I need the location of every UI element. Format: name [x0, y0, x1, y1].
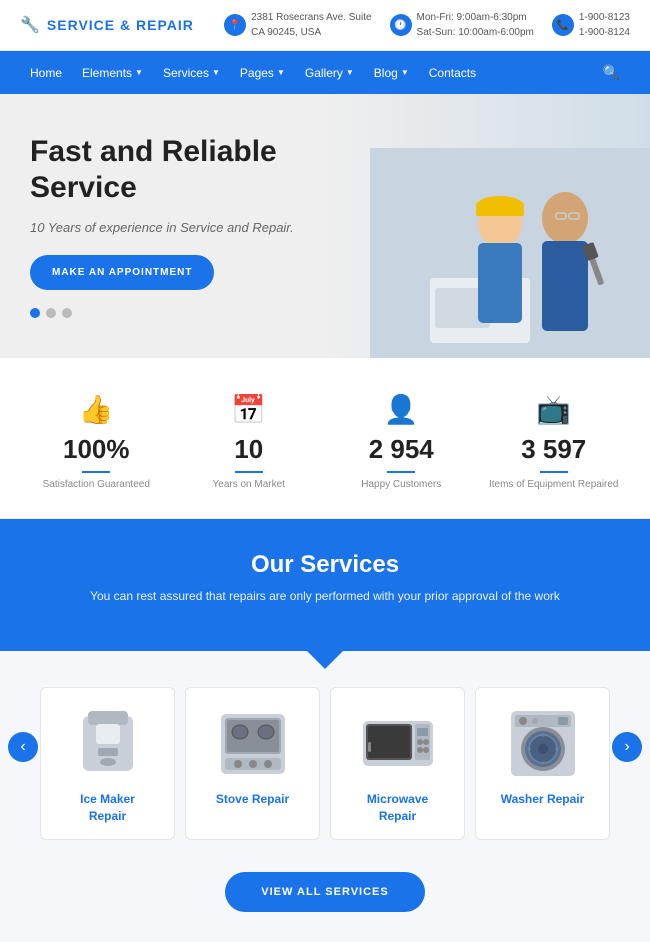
stove-svg: [213, 706, 293, 781]
tv-icon: 📺: [478, 393, 631, 426]
microwave-image: [358, 706, 438, 781]
top-bar: 🔧 SERVICE & REPAIR 📍 2381 Rosecrans Ave.…: [0, 0, 650, 51]
nav-elements-arrow: ▼: [135, 68, 143, 77]
stat-label-satisfaction: Satisfaction Guaranteed: [20, 479, 173, 490]
service-card-ice-maker[interactable]: Ice MakerRepair: [40, 687, 175, 840]
nav-contacts[interactable]: Contacts: [419, 53, 486, 93]
nav-gallery-arrow: ▼: [346, 68, 354, 77]
nav-services-arrow: ▼: [212, 68, 220, 77]
hero-title: Fast and Reliable Service: [30, 134, 370, 206]
view-all-button[interactable]: VIEW ALL SERVICES: [225, 872, 424, 912]
hero-content: Fast and Reliable Service 10 Years of ex…: [30, 134, 370, 318]
stat-label-customers: Happy Customers: [325, 479, 478, 490]
nav-blog-arrow: ▼: [401, 68, 409, 77]
ice-maker-svg: [68, 706, 148, 781]
hero-image: [370, 148, 650, 358]
stat-equipment: 📺 3 597 Items of Equipment Repaired: [478, 393, 631, 490]
dot-2[interactable]: [46, 308, 56, 318]
logo-text: SERVICE & REPAIR: [47, 17, 194, 33]
microwave-label: MicrowaveRepair: [339, 791, 456, 825]
stat-divider-years: [235, 471, 263, 473]
stat-divider-customers: [387, 471, 415, 473]
contact-phone: 📞 1-900-8123 1-900-8124: [552, 10, 630, 40]
nav-services[interactable]: Services ▼: [153, 53, 230, 93]
calendar-icon: 📅: [173, 393, 326, 426]
services-cards-section: ‹ Ice MakerRepair: [0, 651, 650, 850]
stat-number-equipment: 3 597: [478, 434, 631, 465]
logo-icon: 🔧: [20, 15, 41, 35]
stove-image: [213, 706, 293, 781]
stat-satisfaction: 👍 100% Satisfaction Guaranteed: [20, 393, 173, 490]
stove-label: Stove Repair: [194, 791, 311, 808]
services-title: Our Services: [20, 551, 630, 579]
contact-address: 📍 2381 Rosecrans Ave. Suite CA 90245, US…: [224, 10, 371, 40]
dot-1[interactable]: [30, 308, 40, 318]
stat-divider-equipment: [540, 471, 568, 473]
stat-label-equipment: Items of Equipment Repaired: [478, 479, 631, 490]
services-subtitle: You can rest assured that repairs are on…: [20, 589, 630, 603]
stat-number-years: 10: [173, 434, 326, 465]
nav-home[interactable]: Home: [20, 53, 72, 93]
nav-gallery[interactable]: Gallery ▼: [295, 53, 364, 93]
phone-icon: 📞: [552, 14, 574, 36]
hours-text: Mon-Fri: 9:00am-6:30pm Sat-Sun: 10:00am-…: [417, 10, 534, 40]
contact-hours: 🕐 Mon-Fri: 9:00am-6:30pm Sat-Sun: 10:00a…: [390, 10, 534, 40]
carousel-next-button[interactable]: ›: [612, 732, 642, 762]
hero-subtitle: 10 Years of experience in Service and Re…: [30, 220, 370, 235]
stat-years: 📅 10 Years on Market: [173, 393, 326, 490]
hero-workers-illustration: [370, 148, 650, 358]
hero-dots: [30, 308, 370, 318]
services-arrow-down: [303, 647, 347, 669]
make-appointment-button[interactable]: MAKE AN APPOINTMENT: [30, 255, 214, 290]
nav-pages-arrow: ▼: [277, 68, 285, 77]
clock-icon: 🕐: [390, 14, 412, 36]
address-text: 2381 Rosecrans Ave. Suite CA 90245, USA: [251, 10, 371, 40]
nav-search[interactable]: 🔍: [593, 51, 630, 94]
nav-pages[interactable]: Pages ▼: [230, 53, 295, 93]
stat-divider-satisfaction: [82, 471, 110, 473]
nav-elements[interactable]: Elements ▼: [72, 53, 153, 93]
service-card-stove[interactable]: Stove Repair: [185, 687, 320, 840]
washer-label: Washer Repair: [484, 791, 601, 808]
hero-section: Fast and Reliable Service 10 Years of ex…: [0, 94, 650, 358]
washer-svg: [503, 706, 583, 781]
service-card-washer[interactable]: Washer Repair: [475, 687, 610, 840]
ice-maker-image: [68, 706, 148, 781]
washer-image: [503, 706, 583, 781]
top-contacts: 📍 2381 Rosecrans Ave. Suite CA 90245, US…: [224, 10, 630, 40]
person-icon: 👤: [325, 393, 478, 426]
service-card-microwave[interactable]: MicrowaveRepair: [330, 687, 465, 840]
location-icon: 📍: [224, 14, 246, 36]
view-all-section: VIEW ALL SERVICES: [0, 850, 650, 942]
navbar: Home Elements ▼ Services ▼ Pages ▼ Galle…: [0, 51, 650, 94]
stat-label-years: Years on Market: [173, 479, 326, 490]
service-cards-list: Ice MakerRepair Stove Repair: [40, 687, 610, 840]
microwave-svg: [358, 706, 438, 781]
logo[interactable]: 🔧 SERVICE & REPAIR: [20, 15, 194, 35]
ice-maker-label: Ice MakerRepair: [49, 791, 166, 825]
phone-text: 1-900-8123 1-900-8124: [579, 10, 630, 40]
stat-customers: 👤 2 954 Happy Customers: [325, 393, 478, 490]
stat-number-satisfaction: 100%: [20, 434, 173, 465]
dot-3[interactable]: [62, 308, 72, 318]
carousel-prev-button[interactable]: ‹: [8, 732, 38, 762]
stat-number-customers: 2 954: [325, 434, 478, 465]
stats-section: 👍 100% Satisfaction Guaranteed 📅 10 Year…: [0, 358, 650, 519]
services-header: Our Services You can rest assured that r…: [0, 519, 650, 651]
thumbs-up-icon: 👍: [20, 393, 173, 426]
nav-blog[interactable]: Blog ▼: [364, 53, 419, 93]
